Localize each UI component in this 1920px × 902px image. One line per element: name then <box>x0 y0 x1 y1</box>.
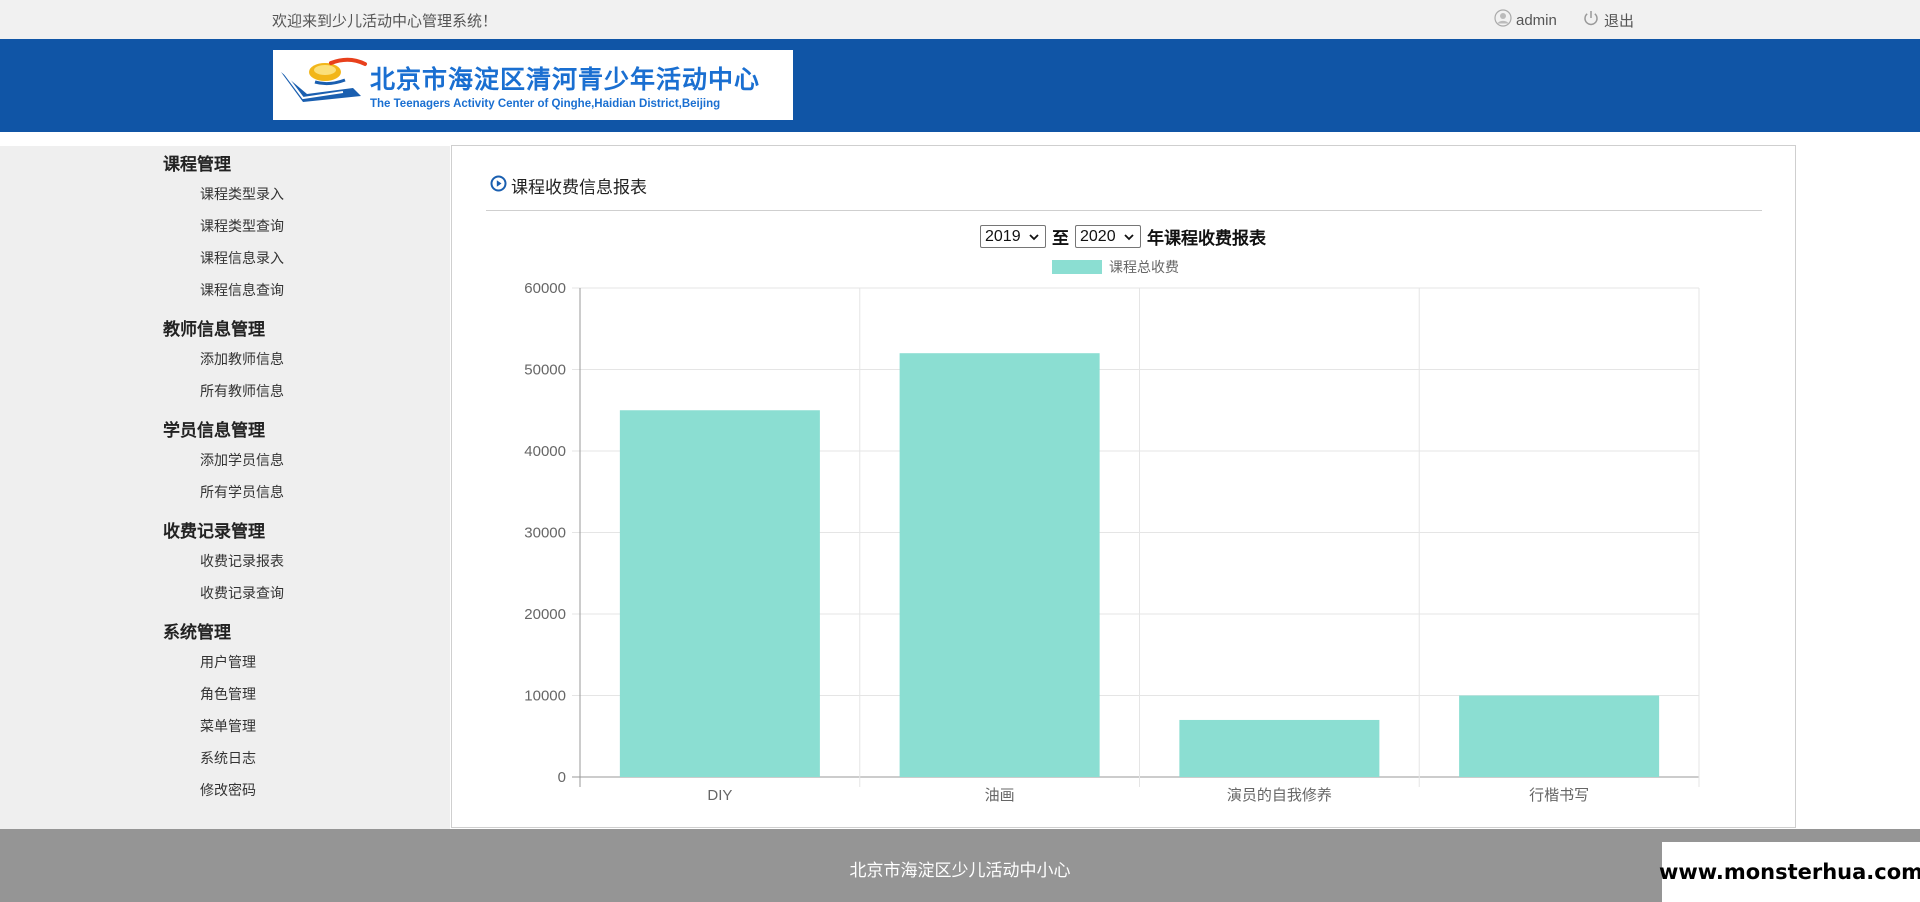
menu-item-role-manage[interactable]: 角色管理 <box>200 684 256 704</box>
bar-行楷书写 <box>1459 695 1660 777</box>
logo-title-cn: 北京市海淀区清河青少年活动中心 <box>370 66 761 94</box>
y-tick-label: 10000 <box>524 688 566 705</box>
menu-item-user-manage[interactable]: 用户管理 <box>200 652 256 672</box>
logo-title-en: The Teenagers Activity Center of Qinghe,… <box>370 98 721 110</box>
y-tick-label: 60000 <box>524 280 566 297</box>
sidebar-menu: 课程管理 课程类型录入 课程类型查询 课程信息录入 课程信息查询 教师信息管理 … <box>0 146 450 829</box>
menu-group-course[interactable]: 课程管理 <box>163 150 231 175</box>
menu-item-student-add[interactable]: 添加学员信息 <box>200 450 284 470</box>
menu-item-course-info-query[interactable]: 课程信息查询 <box>200 280 284 300</box>
menu-group-fee[interactable]: 收费记录管理 <box>163 517 265 542</box>
footer-text: 北京市海淀区少儿活动中小心 <box>849 861 1071 880</box>
logout-label: 退出 <box>1604 12 1635 30</box>
user-menu[interactable]: admin <box>1494 9 1557 31</box>
user-icon <box>1494 9 1512 31</box>
bar-DIY <box>619 410 820 777</box>
y-tick-label: 50000 <box>524 362 566 379</box>
top-bar: 欢迎来到少儿活动中心管理系统！ admin 退出 <box>0 0 1920 40</box>
y-tick-label: 30000 <box>524 525 566 542</box>
legend-swatch <box>1052 260 1102 274</box>
menu-item-course-info-add[interactable]: 课程信息录入 <box>200 248 284 268</box>
welcome-text: 欢迎来到少儿活动中心管理系统！ <box>272 13 498 30</box>
watermark: www.monsterhua.com <box>1659 842 1920 902</box>
y-tick-label: 0 <box>558 769 566 786</box>
menu-item-menu-manage[interactable]: 菜单管理 <box>200 716 256 736</box>
site-logo[interactable]: 北京市海淀区清河青少年活动中心 The Teenagers Activity C… <box>273 50 793 120</box>
menu-item-student-all[interactable]: 所有学员信息 <box>200 482 284 502</box>
menu-group-student[interactable]: 学员信息管理 <box>163 416 265 441</box>
x-tick-label: 油画 <box>985 787 1015 804</box>
menu-group-teacher[interactable]: 教师信息管理 <box>163 315 265 340</box>
bar-演员的自我修养 <box>1179 719 1380 777</box>
menu-item-fee-query[interactable]: 收费记录查询 <box>200 583 284 603</box>
fee-bar-chart: 0 10000 20000 30000 40000 50000 60000 DIY 油画 演员的自… <box>524 259 1700 804</box>
y-tick-label: 20000 <box>524 606 566 623</box>
x-tick-label: DIY <box>707 787 732 804</box>
content-panel: 课程收费信息报表 2019 至 2020 年课程收费报表 0 10000 20000… <box>451 145 1796 828</box>
menu-item-teacher-all[interactable]: 所有教师信息 <box>200 381 284 401</box>
menu-group-system[interactable]: 系统管理 <box>163 618 231 643</box>
y-tick-label: 40000 <box>524 443 566 460</box>
bar-油画 <box>899 353 1100 777</box>
legend-label: 课程总收费 <box>1109 259 1179 275</box>
menu-item-system-log[interactable]: 系统日志 <box>200 748 256 768</box>
power-icon <box>1582 9 1600 31</box>
username: admin <box>1516 11 1557 29</box>
x-tick-label: 行楷书写 <box>1529 787 1589 804</box>
logo-emblem-icon <box>273 50 368 120</box>
menu-item-course-type-add[interactable]: 课程类型录入 <box>200 184 284 204</box>
menu-item-teacher-add[interactable]: 添加教师信息 <box>200 349 284 369</box>
menu-item-course-type-query[interactable]: 课程类型查询 <box>200 216 284 236</box>
header-banner: 北京市海淀区清河青少年活动中心 The Teenagers Activity C… <box>0 39 1920 132</box>
footer: 北京市海淀区少儿活动中小心 <box>0 829 1920 902</box>
menu-item-change-password[interactable]: 修改密码 <box>200 780 256 800</box>
menu-item-fee-report[interactable]: 收费记录报表 <box>200 551 284 571</box>
x-tick-label: 演员的自我修养 <box>1227 787 1332 804</box>
logout-button[interactable]: 退出 <box>1582 9 1634 31</box>
